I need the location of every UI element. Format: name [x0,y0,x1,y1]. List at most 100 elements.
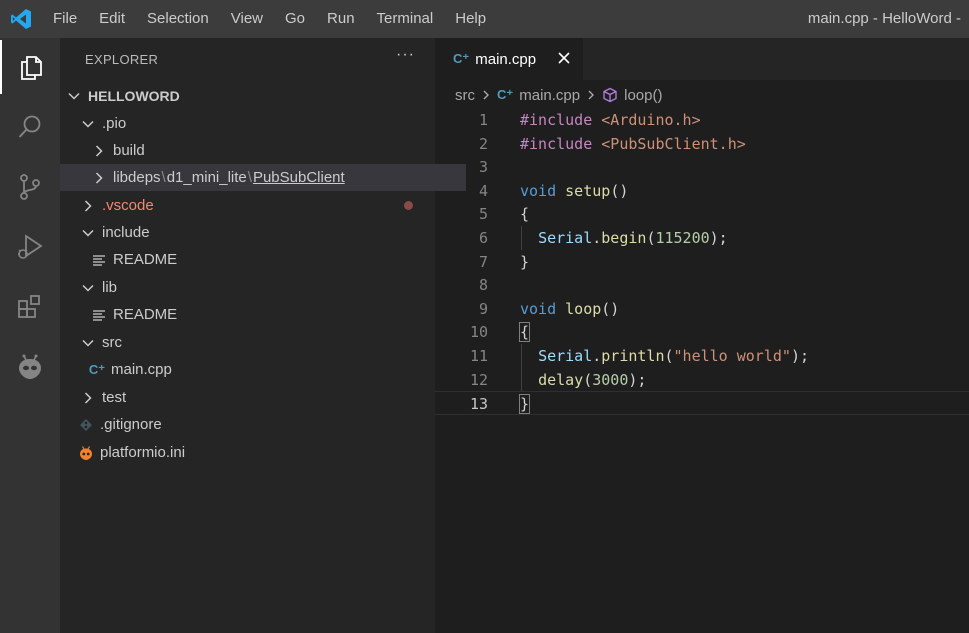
breadcrumb-file[interactable]: main.cpp [519,87,580,104]
tree-item-pio[interactable]: .pio [60,110,455,137]
code-token: delay [538,370,584,389]
code-token: #include [520,111,602,129]
menu-run[interactable]: Run [316,0,366,38]
code-line[interactable]: 13} [435,391,969,416]
explorer-sidebar: EXPLORER ··· HELLOWORD .pio build libdep… [60,38,466,633]
code-token: Serial [538,229,593,247]
code-line[interactable]: 6 Serial.begin(115200); [435,226,969,250]
code-token: () [610,181,629,200]
menu-go[interactable]: Go [274,0,316,38]
code-line[interactable]: 8 [435,273,969,297]
line-number: 8 [478,276,488,295]
tree-item-libdeps[interactable]: libdeps \ d1_mini_lite \ PubSubClient [60,164,466,191]
code-text: } [520,250,529,274]
code-text: } [518,392,531,416]
code-line[interactable]: 3 [435,155,969,179]
chevron-right-icon [95,144,103,157]
method-cube-icon [603,87,617,103]
more-actions-button[interactable]: ··· [396,46,415,64]
lines-icon [93,254,105,266]
code-token: } [520,252,530,271]
explorer-activity-button[interactable] [0,40,60,94]
extensions-activity-button[interactable] [0,280,60,334]
code-line[interactable]: 1 #include <Arduino.h> [435,108,969,132]
tree-item-label: .pio [102,115,127,132]
search-icon [18,115,41,138]
indent-guide [521,344,522,392]
code-line[interactable]: 2 #include <PubSubClient.h> [435,132,969,156]
line-number: 9 [478,299,488,318]
breadcrumb-symbol[interactable]: loop() [624,87,662,104]
menu-bar: File Edit Selection View Go Run Terminal… [42,0,497,38]
code-text: Serial.println("hello world"); [520,344,809,368]
line-number: 5 [478,205,488,224]
tree-item-test[interactable]: test [60,384,455,411]
code-token: void [520,181,566,200]
tree-item-label: test [102,389,127,406]
code-line[interactable]: 9 void loop() [435,297,969,321]
tree-item-main-cpp[interactable]: C⁺ main.cpp [60,356,464,383]
menu-edit[interactable]: Edit [88,0,136,38]
run-debug-activity-button[interactable] [0,220,60,274]
code-line[interactable]: 12 delay(3000); [435,368,969,392]
compact-path-d1-mini-lite[interactable]: d1_mini_lite [167,169,247,186]
tree-item-label: build [113,142,145,159]
code-token: Serial [538,347,593,365]
code-token: #include [520,134,602,153]
tree-item-label: .gitignore [100,416,162,433]
tree-item-vscode[interactable]: .vscode [60,192,455,219]
line-number: 1 [478,111,488,129]
line-number: 2 [478,134,488,153]
platformio-alien-icon [19,354,41,379]
search-activity-button[interactable] [0,100,60,154]
tree-item-include-readme[interactable]: README [60,246,466,273]
tab-label: main.cpp [475,50,537,68]
code-line[interactable]: 7} [435,250,969,274]
tree-item-platformio-ini[interactable]: platformio.ini [60,439,453,466]
code-token: void [520,299,566,318]
tree-item-label: src [102,334,122,351]
tree-item-label: include [102,224,150,241]
source-control-activity-button[interactable] [0,160,60,214]
menu-help[interactable]: Help [444,0,497,38]
tree-item-lib[interactable]: lib [60,274,455,301]
compact-path-pubsubclient[interactable]: PubSubClient [253,169,345,186]
tree-item-src[interactable]: src [60,329,455,356]
close-icon[interactable] [555,49,573,67]
activity-bar [0,38,60,633]
code-text: delay(3000); [520,368,646,392]
code-text: void setup() [520,179,628,203]
tree-item-lib-readme[interactable]: README [60,301,466,328]
project-folder-row[interactable]: HELLOWORD [60,82,441,109]
code-line[interactable]: 11 Serial.println("hello world"); [435,344,969,368]
platformio-activity-button[interactable] [0,340,60,394]
code-token: { [518,322,531,343]
modified-dot-icon [404,201,413,210]
platformio-icon [80,445,92,460]
tree-item-label: README [113,306,178,323]
chevron-right-icon [588,90,595,100]
breadcrumb-folder[interactable]: src [455,87,475,104]
run-debug-icon [18,234,43,259]
menu-terminal[interactable]: Terminal [366,0,445,38]
indent-guide [521,226,522,250]
code-line[interactable]: 4 void setup() [435,179,969,203]
tree-item-gitignore[interactable]: .gitignore [60,411,453,438]
compact-path-libdeps[interactable]: libdeps [113,169,161,186]
chevron-down-icon [82,229,94,237]
vscode-logo-icon [11,9,31,29]
tree-item-build[interactable]: build [60,137,466,164]
tab-main-cpp[interactable]: C⁺ main.cpp [435,38,583,80]
code-line[interactable]: 5{ [435,202,969,226]
code-text: { [520,202,529,226]
tree-item-include[interactable]: include [60,219,455,246]
menu-file[interactable]: File [42,0,88,38]
menu-selection[interactable]: Selection [136,0,220,38]
tree-item-label: platformio.ini [100,444,186,461]
code-token: ); [709,229,728,247]
code-line[interactable]: 10 { [435,320,969,344]
lines-icon [93,309,105,321]
menu-view[interactable]: View [220,0,274,38]
